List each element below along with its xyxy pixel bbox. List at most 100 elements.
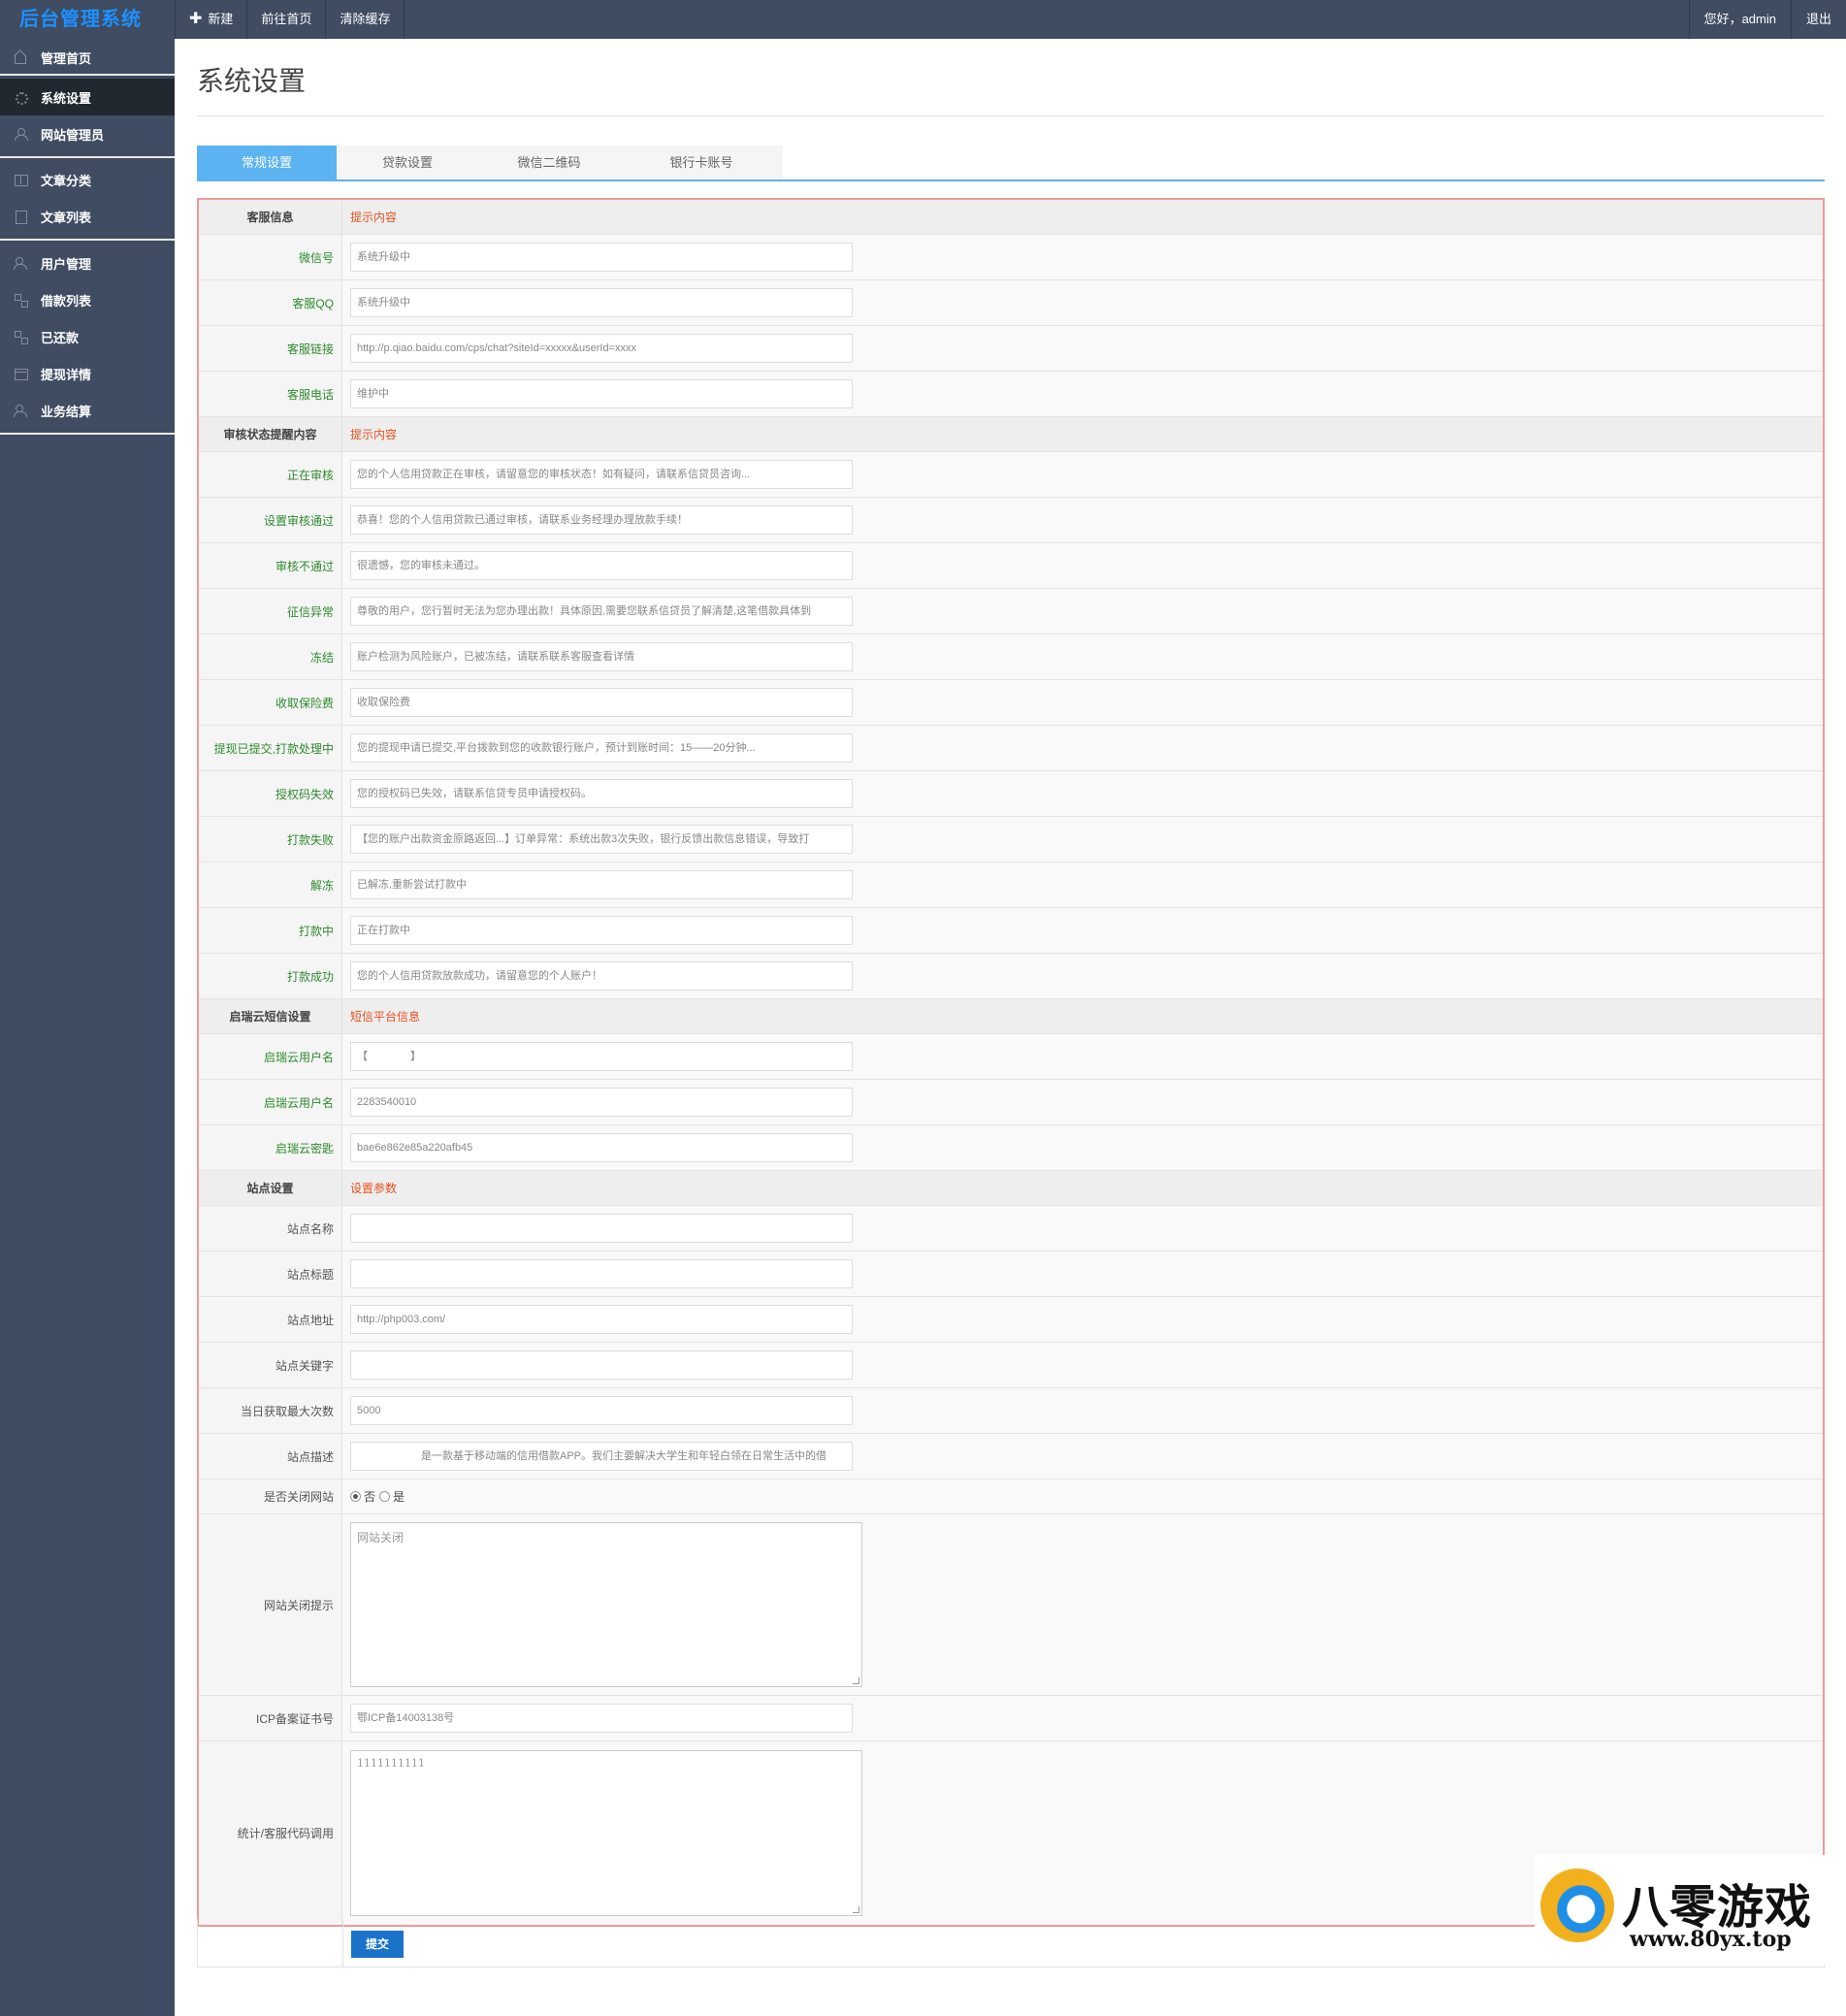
section-label: 审核状态提醒内容 (199, 417, 342, 451)
paying-input[interactable]: 正在打款中 (350, 916, 853, 945)
form-row: 站点描述 是一款基于移动端的信用借款APP。我们主要解决大学生和年轻白领在日常生… (199, 1434, 1823, 1479)
radio-label: 否 (364, 1490, 376, 1504)
sms-username2-input[interactable]: 2283540010 (350, 1088, 853, 1117)
site-closed-yes-radio[interactable]: 是 (379, 1488, 405, 1505)
section-hint: 提示内容 (350, 428, 398, 441)
approved-input[interactable]: 恭喜！您的个人信用贷款已通过审核，请联系业务经理办理放款手续！ (350, 505, 853, 535)
section-label: 启瑞云短信设置 (199, 999, 342, 1033)
title-divider (197, 115, 1825, 116)
users-icon (14, 404, 27, 417)
sidebar: 管理首页 系统设置 网站管理员 文章分类 文章列表 用户管理 借款列表 已还款 … (0, 39, 175, 2016)
form-row: 启瑞云密匙 bae6e862e85a220afb45 (199, 1125, 1823, 1171)
sidebar-item-admins[interactable]: 网站管理员 (0, 115, 175, 152)
rejected-input[interactable]: 很遗憾，您的审核未通过。 (350, 551, 853, 580)
form-row: 提现已提交,打款处理中 您的提现申请已提交,平台拨款到您的收款银行账户，预计到账… (199, 726, 1823, 771)
unfrozen-input[interactable]: 已解冻,重新尝试打款中 (350, 870, 853, 899)
sidebar-item-label: 用户管理 (41, 256, 92, 272)
sms-key-input[interactable]: bae6e862e85a220afb45 (350, 1133, 853, 1162)
field-label: 审核不通过 (199, 543, 342, 588)
go-home-button[interactable]: 前往首页 (247, 0, 327, 39)
book-icon (14, 173, 28, 186)
form-row: 站点地址 http://php003.com/ (199, 1297, 1823, 1343)
kefu-link-input[interactable]: http://p.qiao.baidu.com/cps/chat?siteId=… (350, 334, 853, 363)
sidebar-item-label: 提现详情 (41, 367, 92, 382)
close-tip-textarea[interactable]: 网站关闭 (350, 1522, 862, 1687)
field-label: 网站关闭提示 (199, 1514, 342, 1695)
credit-abnormal-input[interactable]: 尊敬的用户，您行暂时无法为您办理出款！具体原因,需要您联系信贷员了解清楚,这笔借… (350, 597, 853, 626)
form-row: 征信异常 尊敬的用户，您行暂时无法为您办理出款！具体原因,需要您联系信贷员了解清… (199, 589, 1823, 634)
site-closed-no-radio[interactable]: 否 (350, 1488, 375, 1505)
kefu-phone-input[interactable]: 维护中 (350, 379, 853, 408)
reviewing-input[interactable]: 您的个人信用贷款正在审核，请留意您的审核状态！如有疑问，请联系信贷员咨询... (350, 460, 853, 489)
section-hint: 设置参数 (350, 1182, 398, 1195)
sidebar-item-label: 业务结算 (41, 404, 92, 419)
form-row: 打款失败 【您的账户出款资金原路返回...】订单异常：系统出款3次失败，银行反馈… (199, 817, 1823, 862)
stat-code-textarea[interactable]: 1111111111 (350, 1750, 862, 1916)
auth-invalid-input[interactable]: 您的授权码已失效，请联系信贷专员申请授权码。 (350, 779, 853, 808)
sidebar-item-withdrawals[interactable]: 提现详情 (0, 355, 175, 392)
site-name-input[interactable] (350, 1214, 853, 1243)
sidebar-item-label: 网站管理员 (41, 127, 105, 143)
pay-failed-input[interactable]: 【您的账户出款资金原路返回...】订单异常：系统出款3次失败，银行反馈出款信息错… (350, 825, 853, 854)
logout-button[interactable]: 退出 (1790, 0, 1846, 39)
sidebar-item-label: 管理首页 (41, 50, 92, 66)
form-row: 客服电话 维护中 (199, 372, 1823, 417)
user-greeting[interactable]: 您好，admin (1688, 0, 1791, 39)
top-nav: ✚ 新建 前往首页 清除缓存 (175, 0, 405, 39)
sidebar-item-label: 文章列表 (41, 210, 92, 225)
clear-cache-button[interactable]: 清除缓存 (326, 0, 405, 39)
sidebar-item-system-settings[interactable]: 系统设置 (0, 79, 175, 115)
form-row: 客服QQ 系统升级中 (199, 280, 1823, 326)
site-keywords-input[interactable] (350, 1350, 853, 1380)
form-row: 正在审核 您的个人信用贷款正在审核，请留意您的审核状态！如有疑问，请联系信贷员咨… (199, 452, 1823, 498)
withdraw-processing-input[interactable]: 您的提现申请已提交,平台拨款到您的收款银行账户，预计到账时间：15——20分钟.… (350, 733, 853, 763)
radio-unchecked-icon (379, 1491, 391, 1502)
app-logo[interactable]: 后台管理系统 (0, 0, 175, 39)
insurance-input[interactable]: 收取保险费 (350, 688, 853, 717)
field-label: 启瑞云用户名 (199, 1080, 342, 1124)
grid-icon (14, 293, 28, 308)
pay-success-input[interactable]: 您的个人信用贷款放款成功，请留意您的个人账户！ (350, 961, 853, 991)
settings-form: 客服信息 提示内容 微信号 系统升级中 客服QQ 系统升级中 客服链接 http… (197, 198, 1825, 1927)
sidebar-divider (0, 433, 175, 435)
tab-loan-settings[interactable]: 贷款设置 (337, 146, 478, 180)
form-row: 网站关闭提示 网站关闭 (199, 1514, 1823, 1696)
submit-button[interactable]: 提交 (351, 1931, 404, 1958)
section-hint: 短信平台信息 (350, 1010, 421, 1024)
sms-username-input[interactable]: 【 】 (350, 1042, 853, 1071)
form-row: 审核不通过 很遗憾，您的审核未通过。 (199, 543, 1823, 589)
field-label: 打款成功 (199, 954, 342, 998)
sidebar-item-article-categories[interactable]: 文章分类 (0, 161, 175, 198)
icp-input[interactable]: 鄂ICP备14003138号 (350, 1704, 853, 1733)
tab-general[interactable]: 常规设置 (197, 146, 337, 180)
sidebar-item-home[interactable]: 管理首页 (0, 39, 175, 76)
sidebar-item-settlement[interactable]: 业务结算 (0, 392, 175, 429)
sidebar-item-users[interactable]: 用户管理 (0, 244, 175, 281)
site-title-input[interactable] (350, 1259, 853, 1288)
field-label: 授权码失效 (199, 771, 342, 816)
tab-bank-card[interactable]: 银行卡账号 (620, 146, 783, 180)
frozen-input[interactable]: 账户检测为风险账户，已被冻结，请联系联系客服查看详情 (350, 642, 853, 671)
field-label: 打款中 (199, 908, 342, 953)
sidebar-item-loans[interactable]: 借款列表 (0, 281, 175, 318)
section-header-kefu: 客服信息 提示内容 (199, 200, 1823, 235)
tab-wechat-qrcode[interactable]: 微信二维码 (478, 146, 620, 180)
section-header-status: 审核状态提醒内容 提示内容 (199, 417, 1823, 452)
sidebar-item-label: 已还款 (41, 330, 80, 345)
watermark-logo-icon (1540, 1869, 1614, 1942)
sidebar-item-label: 系统设置 (41, 90, 92, 106)
qq-input[interactable]: 系统升级中 (350, 288, 853, 317)
new-button[interactable]: ✚ 新建 (175, 0, 248, 39)
site-url-input[interactable]: http://php003.com/ (350, 1305, 853, 1334)
sidebar-item-article-list[interactable]: 文章列表 (0, 198, 175, 235)
wechat-input[interactable]: 系统升级中 (350, 243, 853, 272)
watermark: 八零游戏 www.80yx.top (1535, 1855, 1826, 1964)
site-desc-input[interactable]: 是一款基于移动端的信用借款APP。我们主要解决大学生和年轻白领在日常生活中的借 (350, 1442, 853, 1471)
daily-max-input[interactable]: 5000 (350, 1396, 853, 1425)
field-label: 微信号 (199, 235, 342, 279)
form-row: 打款中 正在打款中 (199, 908, 1823, 954)
form-row: 站点名称 (199, 1206, 1823, 1252)
sidebar-item-repaid[interactable]: 已还款 (0, 318, 175, 355)
page-title: 系统设置 (197, 66, 307, 96)
form-row: 站点标题 (199, 1252, 1823, 1297)
